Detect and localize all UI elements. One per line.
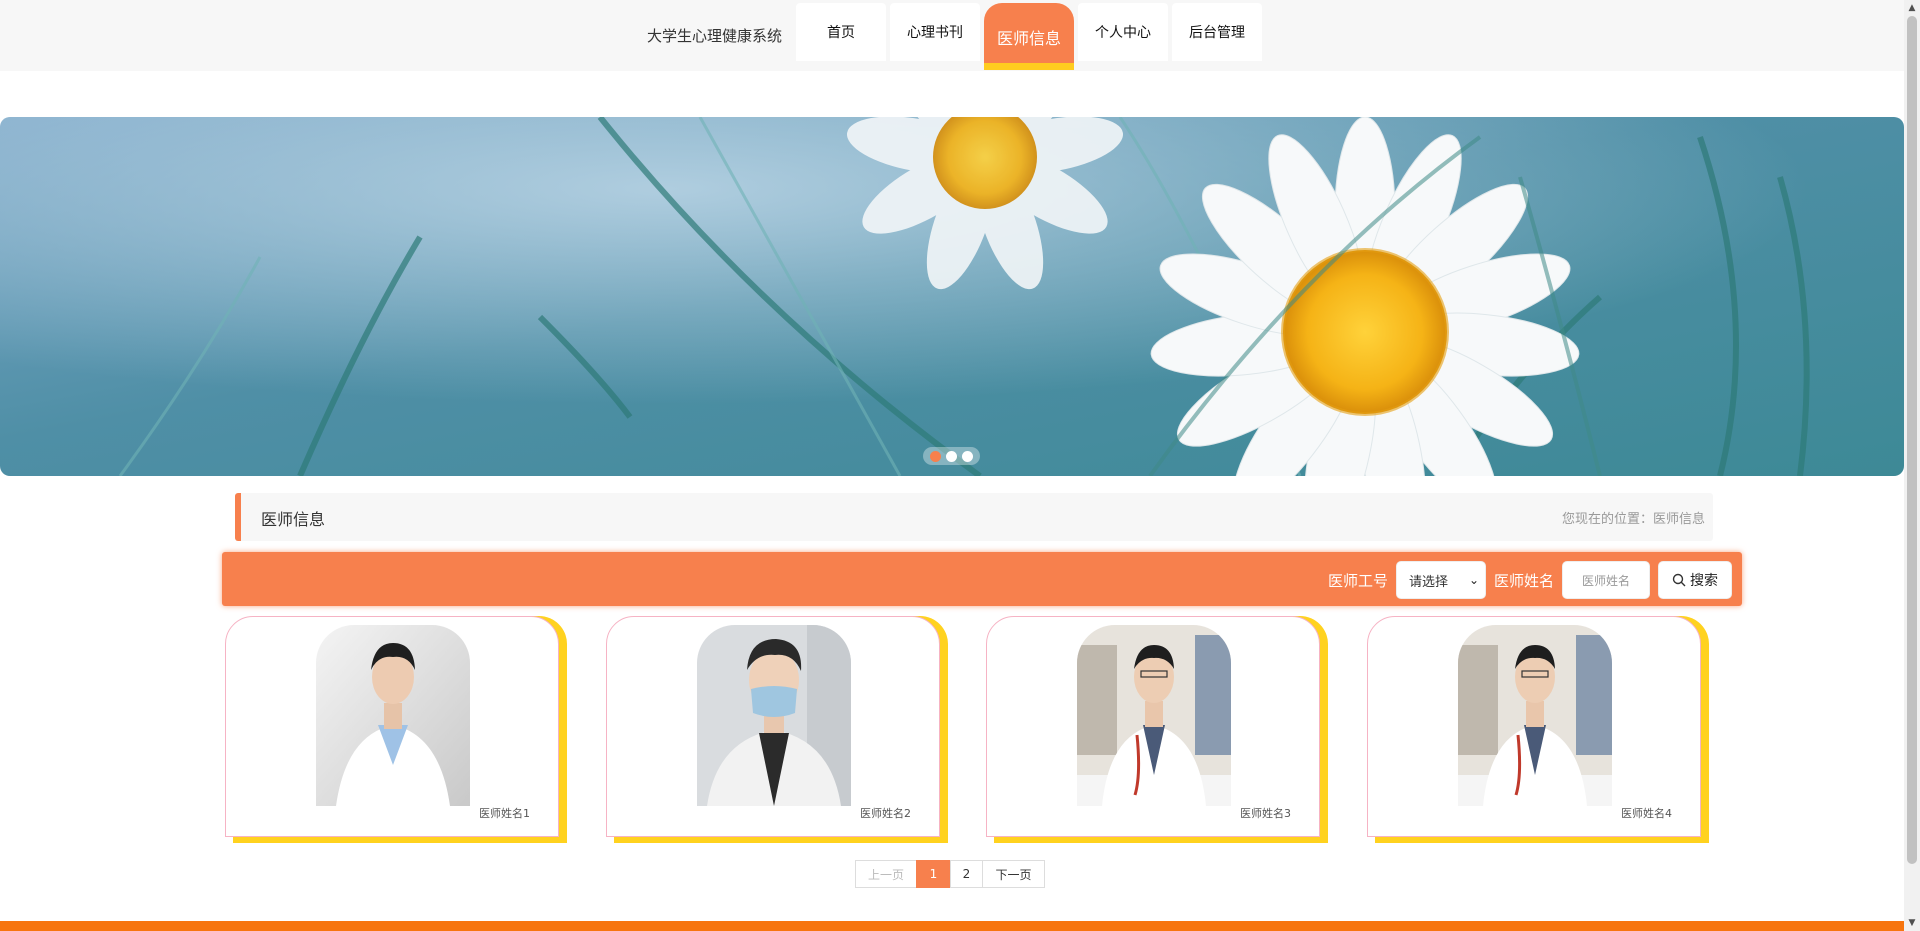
doctor-name[interactable]: 医师姓名4: [1621, 805, 1672, 821]
page-scrollbar[interactable]: ▲ ▼: [1904, 0, 1920, 931]
banner-dot-3[interactable]: [962, 450, 973, 462]
search-button[interactable]: 搜索: [1658, 561, 1732, 599]
doctor-name[interactable]: 医师姓名2: [860, 805, 911, 821]
page: 大学生心理健康系统 首页 心理书刊 医师信息 个人中心 后台管理 医师信息 您现…: [0, 0, 1920, 931]
doctor-id-label: 医师工号: [1328, 572, 1389, 590]
page-1-button[interactable]: 1: [916, 860, 951, 888]
nav-item-books[interactable]: 心理书刊: [890, 3, 980, 61]
doctor-id-select-value: 请选择: [1409, 574, 1449, 590]
card-body: 医师姓名1: [225, 616, 559, 837]
doctor-list: 医师姓名1 医师姓名2 医师姓名3 医师姓名4: [225, 616, 1711, 844]
prev-page-button[interactable]: 上一页: [855, 860, 917, 888]
banner-dots: [923, 447, 980, 465]
hero-banner[interactable]: [0, 117, 1904, 476]
doctor-card[interactable]: 医师姓名3: [986, 616, 1328, 843]
banner-dot-2[interactable]: [946, 450, 957, 462]
site-brand[interactable]: 大学生心理健康系统: [647, 25, 782, 46]
chevron-down-icon: ⌄: [1468, 573, 1479, 587]
page-2-button[interactable]: 2: [950, 860, 983, 888]
search-icon: [1672, 573, 1686, 587]
footer-bar: [0, 921, 1904, 931]
doctor-card[interactable]: 医师姓名4: [1367, 616, 1709, 843]
doctor-id-select[interactable]: 请选择 ⌄: [1396, 561, 1486, 599]
doctor-card[interactable]: 医师姓名1: [225, 616, 567, 843]
scroll-thumb[interactable]: [1907, 16, 1917, 864]
doctor-name-input[interactable]: 医师姓名: [1562, 561, 1650, 599]
next-page-button[interactable]: 下一页: [982, 860, 1045, 888]
banner-image: [0, 117, 1904, 476]
nav-item-doctors[interactable]: 医师信息: [984, 3, 1074, 70]
card-body: 医师姓名4: [1367, 616, 1701, 837]
pagination: 上一页 1 2 下一页: [855, 860, 1045, 888]
search-button-label: 搜索: [1690, 573, 1718, 589]
section-title: 医师信息: [261, 510, 326, 529]
nav-item-admin[interactable]: 后台管理: [1172, 3, 1262, 61]
scroll-up-arrow-icon[interactable]: ▲: [1904, 0, 1920, 16]
doctor-photo[interactable]: [1077, 625, 1231, 806]
doctor-photo[interactable]: [316, 625, 470, 806]
doctor-photo[interactable]: [1458, 625, 1612, 806]
card-body: 医师姓名3: [986, 616, 1320, 837]
breadcrumb: 您现在的位置：医师信息: [1561, 512, 1705, 527]
search-bar: 医师工号 请选择 ⌄ 医师姓名 医师姓名 搜索: [222, 552, 1742, 606]
doctor-name[interactable]: 医师姓名1: [479, 805, 530, 821]
doctor-name[interactable]: 医师姓名3: [1240, 805, 1291, 821]
nav-item-home[interactable]: 首页: [796, 3, 886, 61]
doctor-photo[interactable]: [697, 625, 851, 806]
card-body: 医师姓名2: [606, 616, 940, 837]
doctor-card[interactable]: 医师姓名2: [606, 616, 948, 843]
section-header: 医师信息 您现在的位置：医师信息: [235, 493, 1713, 541]
doctor-name-label: 医师姓名: [1494, 572, 1555, 590]
nav-item-profile[interactable]: 个人中心: [1078, 3, 1168, 61]
top-header: 大学生心理健康系统 首页 心理书刊 医师信息 个人中心 后台管理: [0, 0, 1904, 71]
main-nav: 首页 心理书刊 医师信息 个人中心 后台管理: [796, 3, 1262, 70]
scroll-down-arrow-icon[interactable]: ▼: [1904, 915, 1920, 931]
banner-dot-1[interactable]: [930, 450, 941, 462]
